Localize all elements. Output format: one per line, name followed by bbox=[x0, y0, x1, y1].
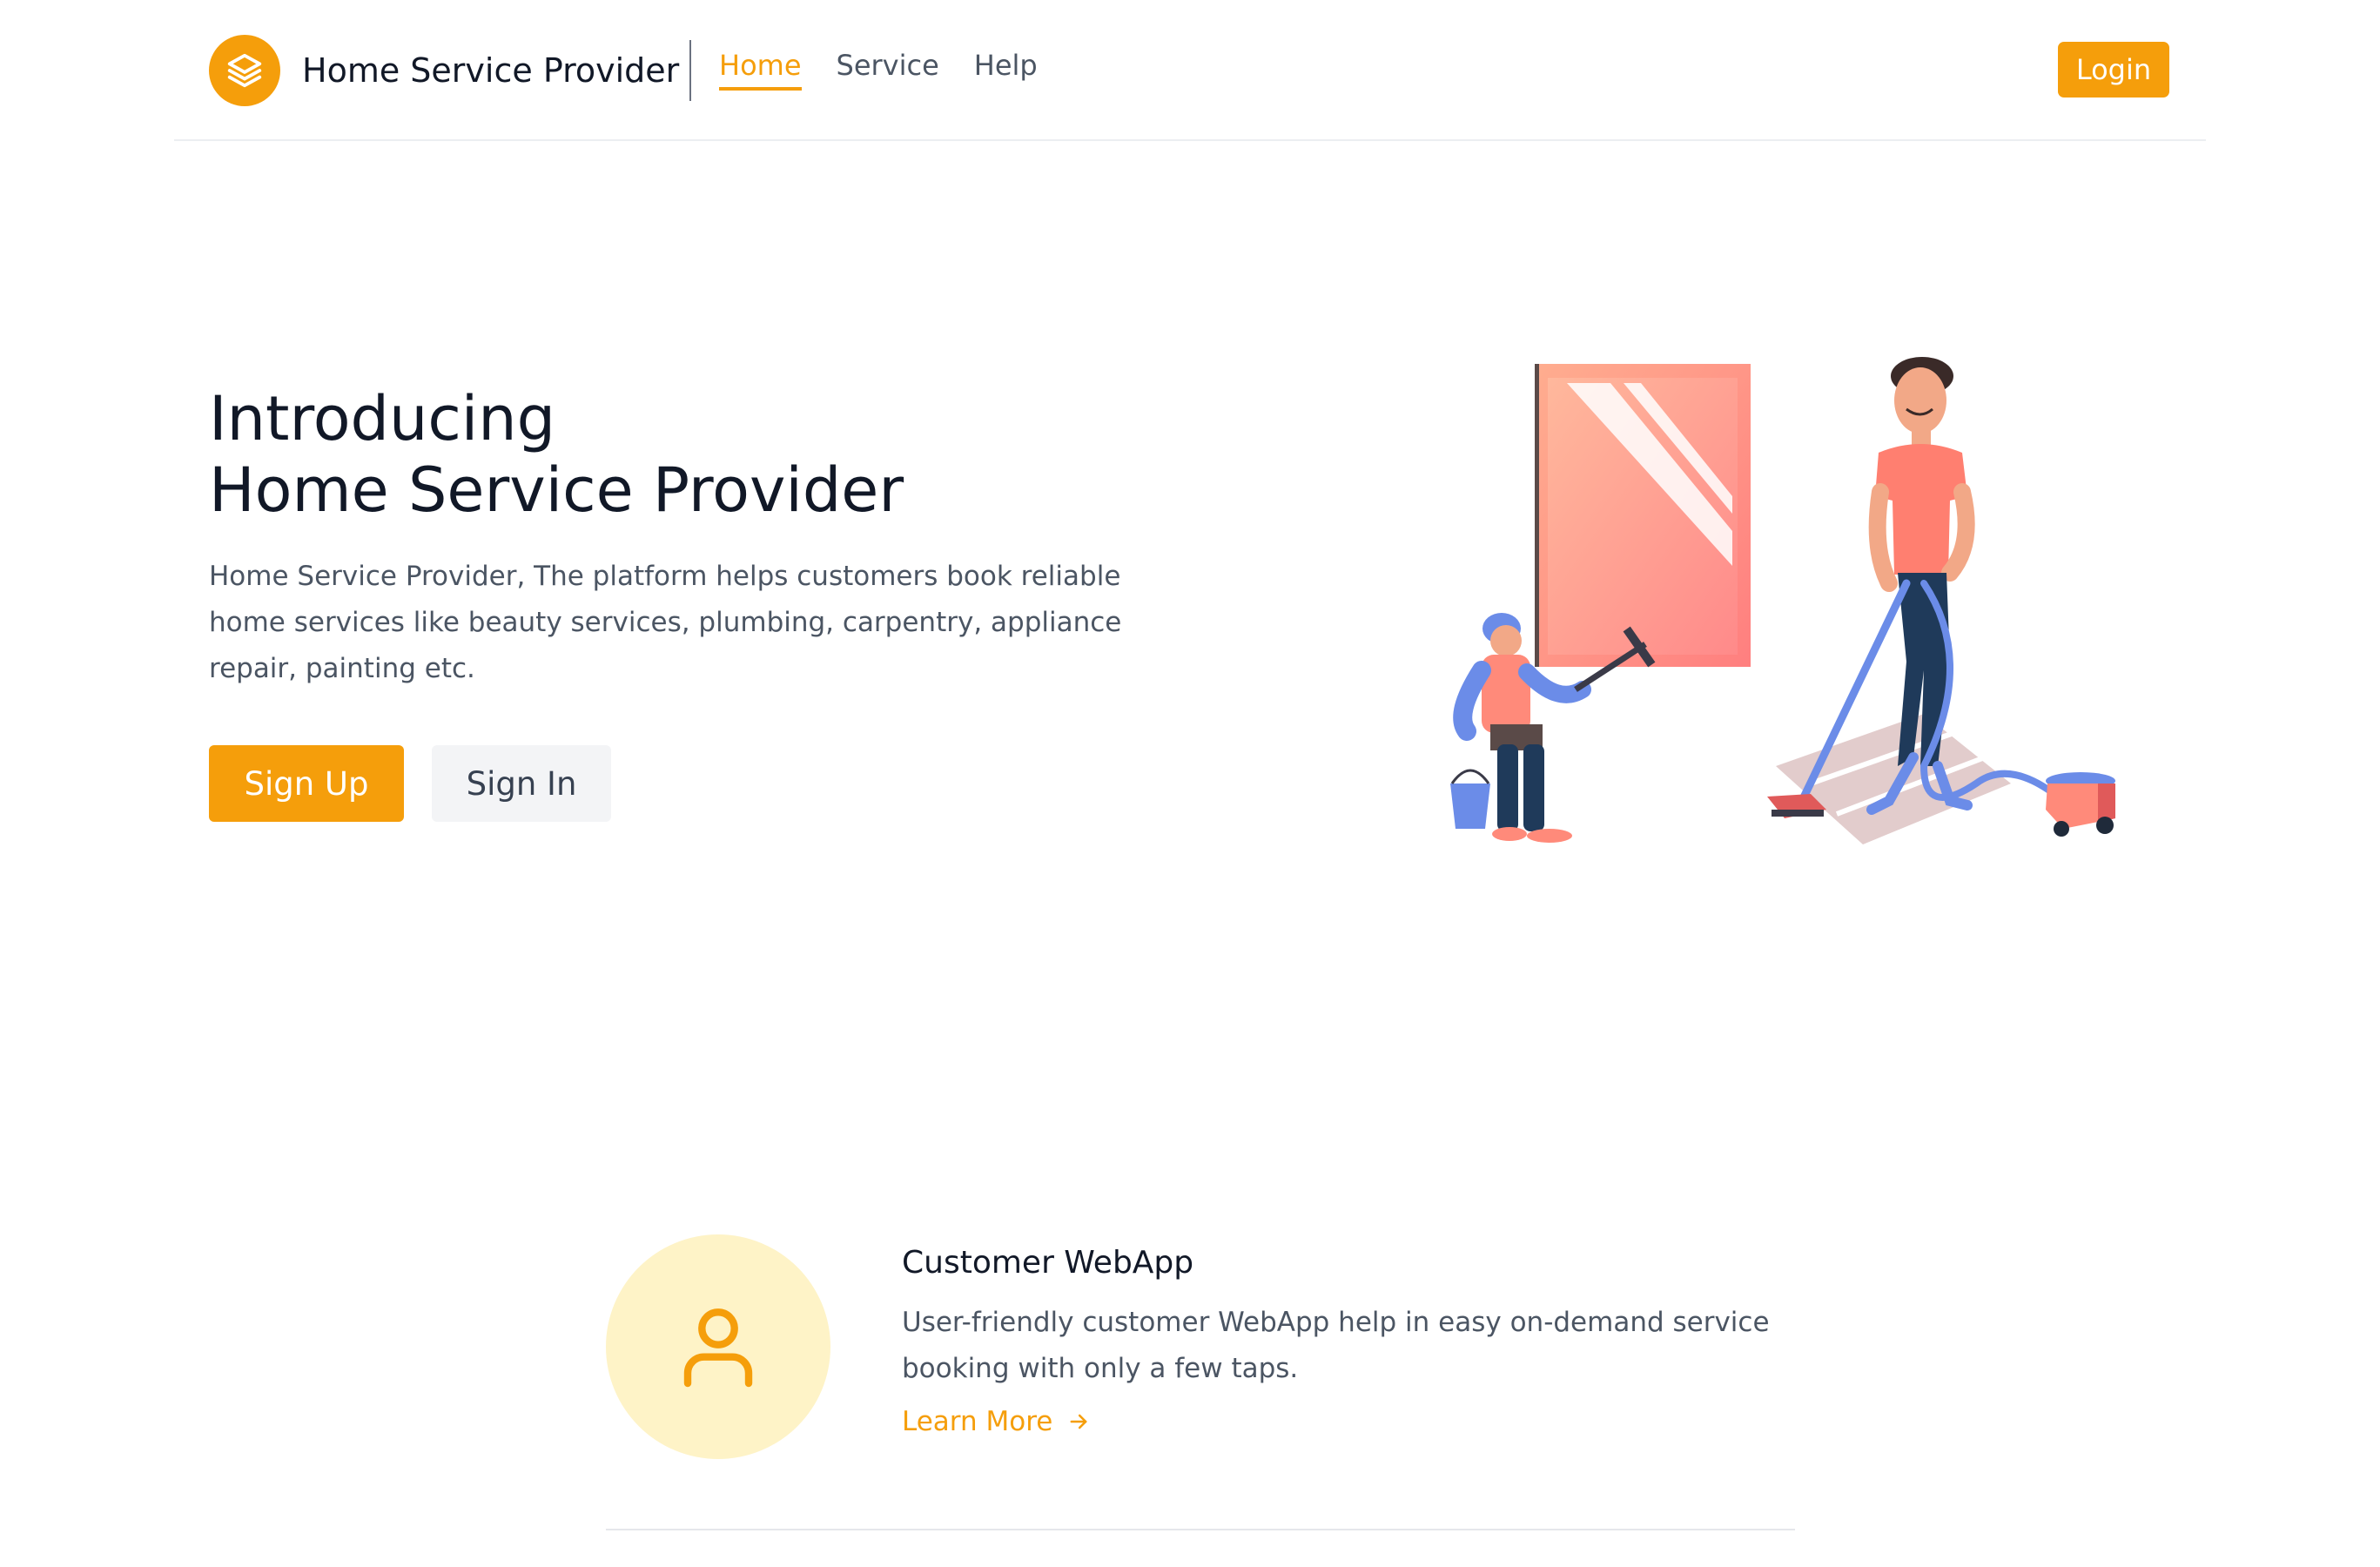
user-icon bbox=[606, 1234, 830, 1459]
stack-layers-icon bbox=[209, 35, 280, 106]
brand[interactable]: Home Service Provider bbox=[209, 35, 679, 106]
nav-service[interactable]: Service bbox=[837, 49, 939, 87]
home-cleaning-illustration bbox=[1436, 348, 2159, 871]
section-divider bbox=[606, 1529, 1795, 1530]
hero-title-line1: Introducing bbox=[209, 383, 556, 454]
login-button[interactable]: Login bbox=[2058, 42, 2169, 98]
hero-title-line2: Home Service Provider bbox=[209, 454, 904, 526]
hero-description: Home Service Provider, The platform help… bbox=[209, 561, 1122, 684]
site-header: Home Service Provider Home Service Help … bbox=[174, 0, 2206, 141]
nav-home[interactable]: Home bbox=[719, 49, 802, 91]
nav-help[interactable]: Help bbox=[974, 49, 1038, 87]
learn-more-link[interactable]: Learn More bbox=[902, 1406, 1772, 1437]
arrow-right-icon bbox=[1066, 1409, 1091, 1434]
feature-description: User-friendly customer WebApp help in ea… bbox=[902, 1307, 1770, 1384]
sign-up-button[interactable]: Sign Up bbox=[209, 745, 404, 822]
hero-title: Introducing Home Service Provider bbox=[209, 383, 1166, 526]
brand-divider bbox=[689, 40, 691, 101]
sign-in-button[interactable]: Sign In bbox=[432, 745, 611, 822]
learn-more-label: Learn More bbox=[902, 1406, 1053, 1437]
feature-title: Customer WebApp bbox=[902, 1245, 1194, 1281]
main-nav: Home Service Help bbox=[719, 49, 1072, 91]
brand-name: Home Service Provider bbox=[302, 51, 680, 90]
feature-body: Customer WebApp User-friendly customer W… bbox=[902, 1245, 1772, 1437]
hero-buttons: Sign Up Sign In bbox=[209, 745, 611, 822]
hero-section: Introducing Home Service Provider Home S… bbox=[209, 383, 1166, 692]
